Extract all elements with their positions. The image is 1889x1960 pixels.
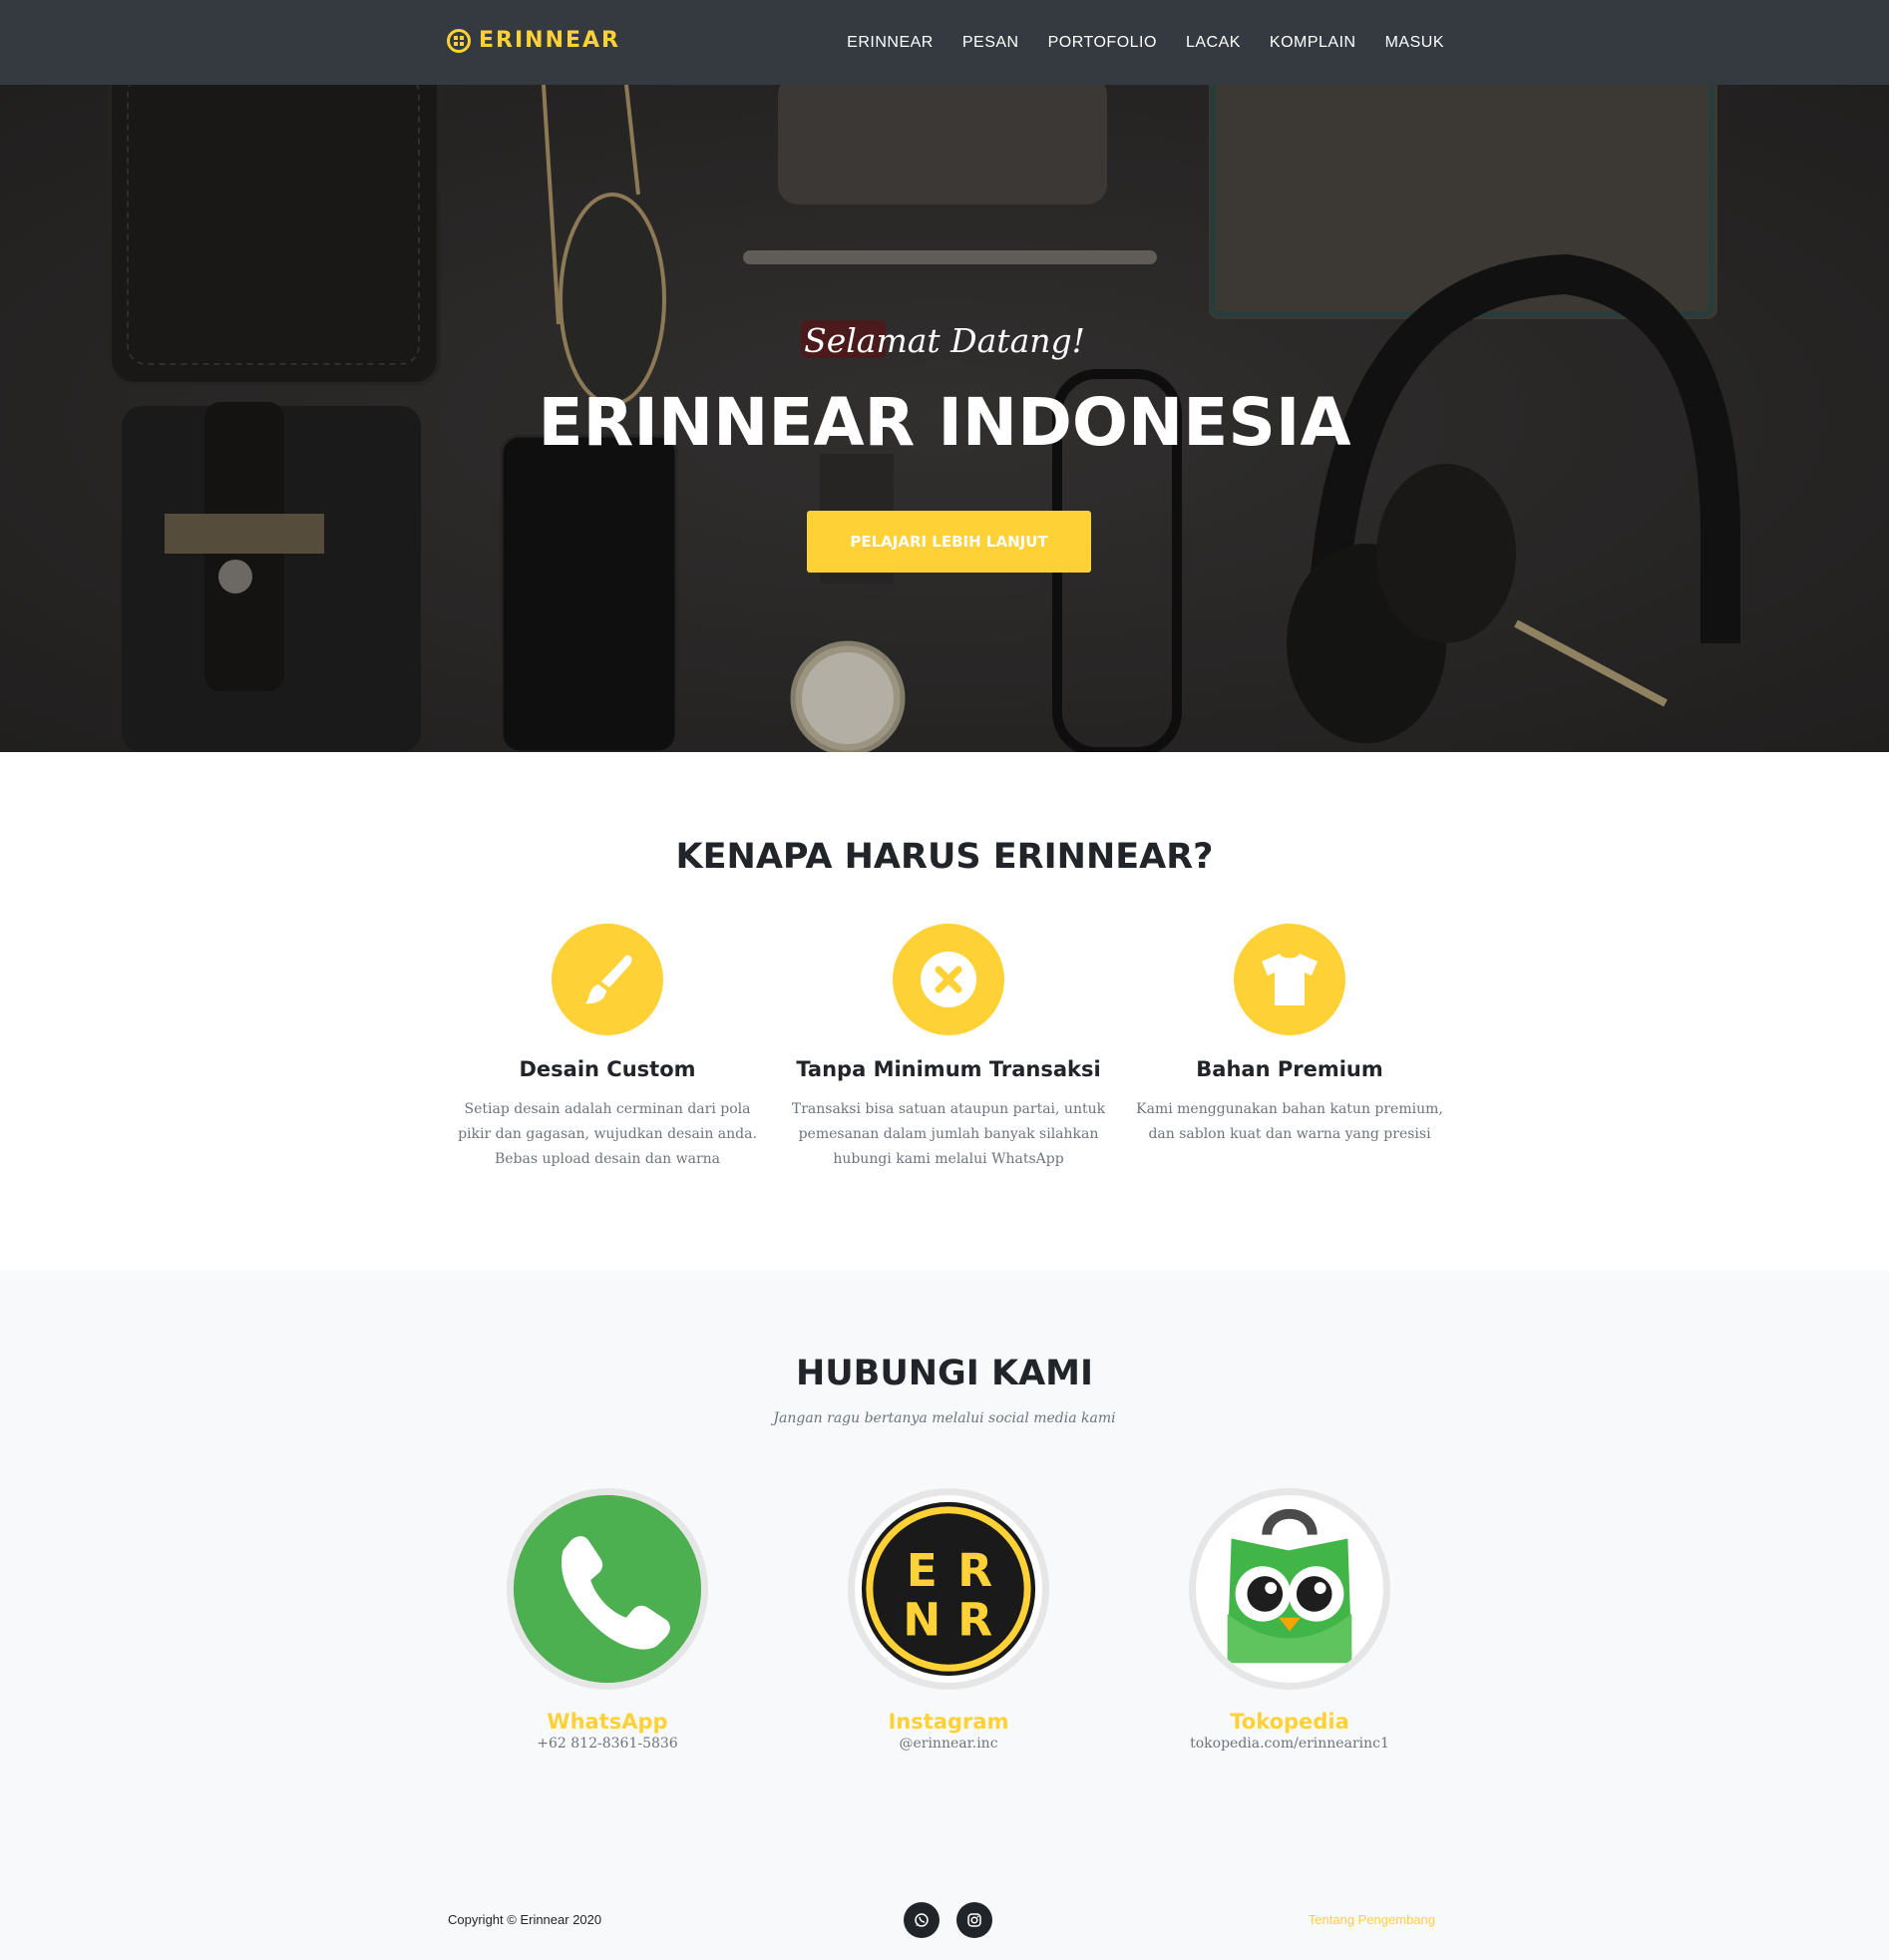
hero-subtitle: Selamat Datang!	[804, 321, 1085, 360]
contact-subheading: Jangan ragu bertanya melalui social medi…	[773, 1410, 1116, 1426]
whatsapp-icon	[915, 1913, 929, 1927]
contact-whatsapp: WhatsApp +62 812-8361-5836	[448, 1488, 767, 1752]
feature-desain-custom: Desain Custom Setiap desain adalah cermi…	[448, 924, 767, 1172]
feature-tanpa-minimum: Tanpa Minimum Transaksi Transaksi bisa s…	[789, 924, 1108, 1172]
feature-title: Tanpa Minimum Transaksi	[796, 1057, 1101, 1081]
contact-section: HUBUNGI KAMI Jangan ragu bertanya melalu…	[0, 1271, 1889, 1960]
paintbrush-glyph	[585, 955, 632, 1004]
tshirt-icon	[1234, 924, 1345, 1035]
nav-item-pesan[interactable]: PESAN	[962, 34, 1019, 52]
footer-whatsapp-button[interactable]	[904, 1902, 940, 1938]
logo-letter-r: R	[957, 1544, 992, 1597]
instagram-logo-icon[interactable]: E R N R	[848, 1488, 1049, 1690]
learn-more-button[interactable]: PELAJARI LEBIH LANJUT	[807, 511, 1091, 573]
nav-item-masuk[interactable]: MASUK	[1385, 34, 1444, 52]
feature-text: Setiap desain adalah cerminan dari pola …	[458, 1101, 757, 1167]
feature-text: Kami menggunakan bahan katun premium, da…	[1136, 1101, 1443, 1142]
contact-name[interactable]: Instagram	[789, 1710, 1108, 1734]
close-circle-glyph	[921, 952, 976, 1007]
hero-title: ERINNEAR INDONESIA	[538, 384, 1351, 461]
logo-letter-n: N	[903, 1594, 941, 1647]
nav-item-portofolio[interactable]: PORTOFOLIO	[1048, 34, 1157, 52]
feature-title: Desain Custom	[519, 1057, 696, 1081]
contact-name[interactable]: WhatsApp	[448, 1710, 767, 1734]
feature-bahan-premium: Bahan Premium Kami menggunakan bahan kat…	[1130, 924, 1449, 1147]
whatsapp-phone-glyph	[514, 1495, 701, 1683]
hero-section: Selamat Datang! ERINNEAR INDONESIA PELAJ…	[0, 85, 1889, 752]
about-developer-link[interactable]: Tentang Pengembang	[1309, 1912, 1435, 1927]
brand-name: ERINNEAR	[479, 28, 620, 53]
whatsapp-icon[interactable]	[507, 1488, 708, 1690]
logo-letter-e: E	[907, 1544, 938, 1597]
nav-item-lacak[interactable]: LACAK	[1186, 34, 1241, 52]
brand-mark-glyph	[454, 35, 464, 46]
brand-logo[interactable]: ERINNEAR	[447, 28, 620, 53]
contact-detail: @erinnear.inc	[899, 1736, 998, 1752]
close-circle-icon	[893, 924, 1004, 1035]
paintbrush-icon	[552, 924, 663, 1035]
erinnear-logo-glyph: E R N R	[861, 1501, 1036, 1677]
brand-mark-icon	[447, 28, 471, 53]
footer-instagram-button[interactable]	[956, 1902, 992, 1938]
contact-heading: HUBUNGI KAMI	[795, 1354, 1094, 1393]
nav-item-erinnear[interactable]: ERINNEAR	[847, 34, 934, 52]
feature-title: Bahan Premium	[1196, 1057, 1383, 1081]
nav-item-komplain[interactable]: KOMPLAIN	[1270, 34, 1356, 52]
contact-detail: tokopedia.com/erinnearinc1	[1190, 1736, 1389, 1752]
contact-detail: +62 812-8361-5836	[537, 1736, 678, 1752]
contact-instagram: E R N R Instagram @erinnear.inc	[789, 1488, 1108, 1752]
tokopedia-owl-glyph	[1227, 1509, 1352, 1664]
logo-letter-r2: R	[957, 1594, 992, 1647]
tshirt-glyph	[1262, 954, 1318, 1005]
footer-copyright: Copyright © Erinnear 2020	[448, 1912, 602, 1927]
contact-tokopedia: Tokopedia tokopedia.com/erinnearinc1	[1130, 1488, 1449, 1752]
navbar: ERINNEAR ERINNEAR PESAN PORTOFOLIO LACAK…	[0, 0, 1889, 85]
instagram-icon	[967, 1913, 981, 1927]
tokopedia-owl-icon[interactable]	[1189, 1488, 1390, 1690]
nav-menu: ERINNEAR PESAN PORTOFOLIO LACAK KOMPLAIN…	[818, 0, 1444, 85]
features-heading: KENAPA HARUS ERINNEAR?	[675, 837, 1214, 877]
contact-name[interactable]: Tokopedia	[1130, 1710, 1449, 1734]
feature-text: Transaksi bisa satuan ataupun partai, un…	[791, 1101, 1106, 1167]
